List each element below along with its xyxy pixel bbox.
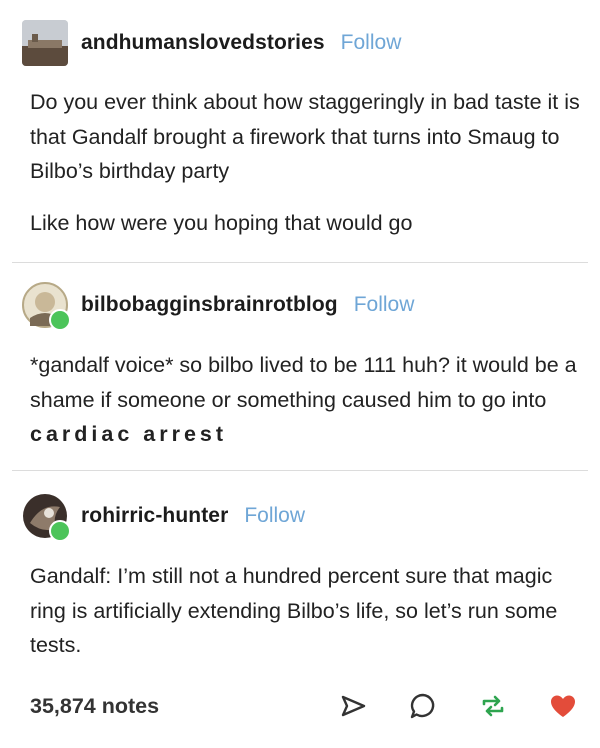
avatar[interactable] [22,493,71,542]
username[interactable]: bilbobagginsbrainrotblog [81,293,338,317]
post-actions [298,690,578,722]
post-paragraph: Gandalf: I’m still not a hundred percent… [30,564,558,657]
post-paragraph: Like how were you hoping that would go [30,210,413,235]
avatar[interactable] [22,282,71,331]
avatar-image [22,20,68,66]
reply-icon[interactable] [408,691,438,721]
follow-button[interactable]: Follow [244,504,305,528]
post-paragraph: *gandalf voice* so bilbo lived to be 111… [30,348,580,452]
spaced-text: cardiac arrest [30,422,228,446]
avatar[interactable] [22,20,68,66]
post-body: Gandalf: I’m still not a hundred percent… [30,559,580,663]
notes-count[interactable]: 35,874 notes [30,694,159,719]
follow-button[interactable]: Follow [341,31,402,55]
post-header: andhumanslovedstories Follow [22,20,401,66]
username[interactable]: andhumanslovedstories [81,31,325,55]
post-header: bilbobagginsbrainrotblog Follow [22,282,415,331]
username[interactable]: rohirric-hunter [81,504,228,528]
like-icon[interactable] [548,691,578,721]
share-icon[interactable] [338,691,368,721]
reblog-badge-icon [49,520,71,542]
post-paragraph: Do you ever think about how staggeringly… [30,90,580,183]
reblog-icon[interactable] [478,691,508,721]
post-header: rohirric-hunter Follow [22,493,305,542]
post-body: Do you ever think about how staggeringly… [30,85,580,240]
post-footer: 35,874 notes [30,690,578,722]
reblog-badge-icon [49,309,71,331]
post-text: *gandalf voice* so bilbo lived to be 111… [30,353,577,412]
follow-button[interactable]: Follow [354,293,415,317]
divider [12,470,588,471]
post-body: *gandalf voice* so bilbo lived to be 111… [30,348,580,452]
divider [12,262,588,263]
